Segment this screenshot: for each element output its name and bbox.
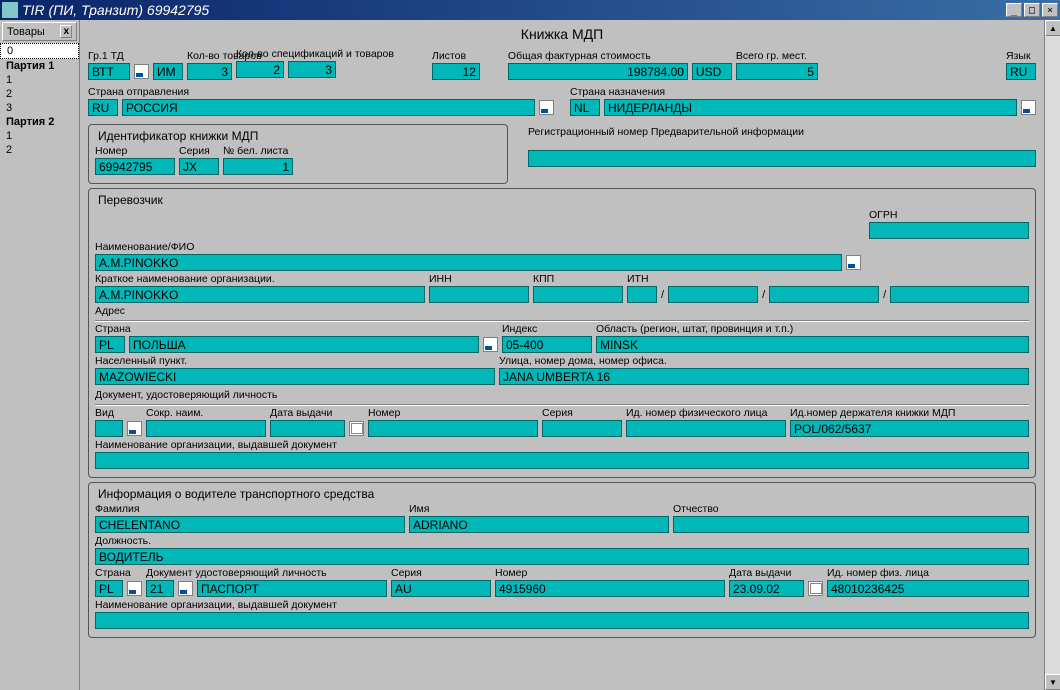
goods-tab-close-icon[interactable]: x (60, 25, 72, 38)
tir-number-field[interactable]: 69942795 (95, 158, 175, 175)
sidebar-item[interactable]: 0 (0, 43, 79, 59)
goods-tab-label: Товары (7, 26, 45, 38)
sheets-field[interactable]: 12 (432, 63, 480, 80)
tir-series-field[interactable]: JX (179, 158, 219, 175)
driver-group: Информация о водителе транспортного сред… (88, 482, 1036, 638)
calendar-icon[interactable] (808, 581, 823, 596)
itn2-field[interactable] (668, 286, 758, 303)
gr1td-field[interactable]: ВТТ (88, 63, 130, 80)
carrier-group: Перевозчик ОГРН Наименование/ФИО A.M.PIN… (88, 188, 1036, 478)
im-field[interactable]: ИМ (153, 63, 183, 80)
issuing-org-field[interactable] (95, 452, 1029, 469)
lookup-icon[interactable] (483, 337, 498, 352)
dest-country-code[interactable]: NL (570, 99, 600, 116)
driver-doc-series-field[interactable]: AU (391, 580, 491, 597)
doc-type-field[interactable] (95, 420, 123, 437)
tir-holder-id-field[interactable]: POL/062/5637 (790, 420, 1029, 437)
currency-field[interactable]: USD (692, 63, 732, 80)
goods-count-field[interactable]: 3 (187, 63, 232, 80)
tir-id-legend: Идентификатор книжки МДП (95, 129, 501, 143)
calendar-icon[interactable] (349, 421, 364, 436)
person-id-field[interactable] (626, 420, 786, 437)
lookup-icon[interactable] (178, 581, 193, 596)
lookup-icon[interactable] (127, 421, 142, 436)
street-field[interactable]: JANA UMBERTA 16 (499, 368, 1029, 385)
sidebar: Товары x 0Партия 1123Партия 212 (0, 20, 80, 690)
sidebar-item[interactable]: 1 (0, 73, 79, 87)
sidebar-item[interactable]: 2 (0, 143, 79, 157)
lookup-icon[interactable] (1021, 100, 1036, 115)
lookup-icon[interactable] (134, 64, 149, 79)
window-title: TIR (ПИ, Транзит) 69942795 (22, 2, 1006, 18)
driver-doc-date-field[interactable]: 23.09.02 (729, 580, 804, 597)
sidebar-item[interactable]: 3 (0, 101, 79, 115)
lookup-icon[interactable] (846, 255, 861, 270)
tir-whitesheet-field[interactable]: 1 (223, 158, 293, 175)
titlebar: TIR (ПИ, Транзит) 69942795 _ □ × (0, 0, 1060, 20)
driver-country-field[interactable]: PL (95, 580, 123, 597)
sidebar-item[interactable]: 1 (0, 129, 79, 143)
doc-number-field[interactable] (368, 420, 538, 437)
goods-tab[interactable]: Товары x (2, 22, 77, 41)
dest-country-name[interactable]: НИДЕРЛАНДЫ (604, 99, 1017, 116)
ogrn-field[interactable] (869, 222, 1029, 239)
language-field[interactable]: RU (1006, 63, 1036, 80)
spec-count2-field[interactable]: 3 (288, 61, 336, 78)
lookup-icon[interactable] (127, 581, 142, 596)
minimize-button[interactable]: _ (1006, 3, 1022, 17)
itn1-field[interactable] (627, 286, 657, 303)
spec-count1-field[interactable]: 2 (236, 61, 284, 78)
carrier-name-field[interactable]: A.M.PINOKKO (95, 254, 842, 271)
sidebar-item[interactable]: 2 (0, 87, 79, 101)
inn-field[interactable] (429, 286, 529, 303)
sidebar-item[interactable]: Партия 1 (0, 59, 79, 73)
itn3-field[interactable] (769, 286, 879, 303)
places-field[interactable]: 5 (736, 63, 818, 80)
carrier-country-name[interactable]: ПОЛЬША (129, 336, 479, 353)
carrier-country-code[interactable]: PL (95, 336, 125, 353)
driver-doc-name-field[interactable]: ПАСПОРТ (197, 580, 387, 597)
scrollbar[interactable]: ▲ ▼ (1044, 20, 1060, 690)
driver-doc-number-field[interactable]: 4915960 (495, 580, 725, 597)
driver-name-field[interactable]: ADRIANO (409, 516, 669, 533)
driver-issuing-org-field[interactable] (95, 612, 1029, 629)
city-field[interactable]: MAZOWIECKI (95, 368, 495, 385)
page-title: Книжка МДП (88, 26, 1036, 42)
invoice-total-field[interactable]: 198784.00 (508, 63, 688, 80)
depart-country-name[interactable]: РОССИЯ (122, 99, 535, 116)
carrier-short-field[interactable]: A.M.PINOKKO (95, 286, 425, 303)
driver-doc-code-field[interactable]: 21 (146, 580, 174, 597)
driver-patronymic-field[interactable] (673, 516, 1029, 533)
driver-position-field[interactable]: ВОДИТЕЛЬ (95, 548, 1029, 565)
doc-series-field[interactable] (542, 420, 622, 437)
close-button[interactable]: × (1042, 3, 1058, 17)
kpp-field[interactable] (533, 286, 623, 303)
maximize-button[interactable]: □ (1024, 3, 1040, 17)
driver-person-id-field[interactable]: 48010236425 (827, 580, 1029, 597)
lookup-icon[interactable] (539, 100, 554, 115)
itn4-field[interactable] (890, 286, 1029, 303)
region-field[interactable]: MINSK (596, 336, 1029, 353)
driver-surname-field[interactable]: CHELENTANO (95, 516, 405, 533)
scroll-down-icon[interactable]: ▼ (1045, 674, 1060, 690)
depart-country-code[interactable]: RU (88, 99, 118, 116)
doc-issue-date-field[interactable] (270, 420, 345, 437)
prelim-reg-field[interactable] (528, 150, 1036, 167)
index-field[interactable]: 05-400 (502, 336, 592, 353)
doc-abbr-field[interactable] (146, 420, 266, 437)
scroll-up-icon[interactable]: ▲ (1045, 20, 1060, 36)
app-icon (2, 2, 18, 18)
sidebar-item[interactable]: Партия 2 (0, 115, 79, 129)
